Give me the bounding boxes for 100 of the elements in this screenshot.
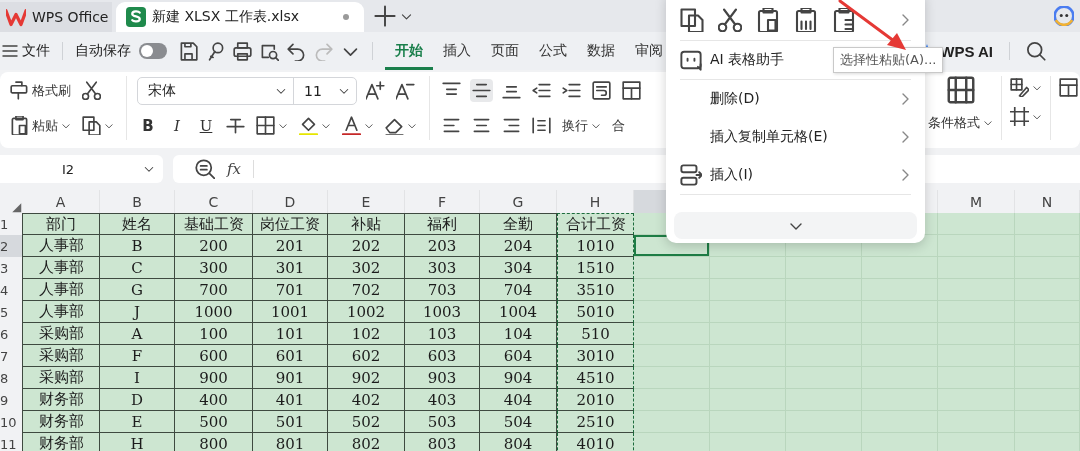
wrap-text-button[interactable] <box>590 79 613 102</box>
empty-cell[interactable] <box>938 213 1015 235</box>
table-cell: 804 <box>480 433 557 451</box>
document-tab[interactable]: 新建 XLSX 工作表.xlsx <box>116 2 364 32</box>
empty-cell[interactable] <box>634 345 710 367</box>
table-style-button[interactable] <box>1008 76 1044 99</box>
row-header[interactable]: 3 <box>0 257 22 279</box>
autosave-toggle[interactable] <box>139 43 167 59</box>
menu-icon[interactable] <box>2 43 18 59</box>
wrap-button[interactable]: 换行 <box>560 114 603 137</box>
column-header[interactable]: C <box>175 190 253 213</box>
assistant-icon <box>680 49 702 71</box>
empty-cell[interactable] <box>710 257 786 279</box>
column-header[interactable]: D <box>253 190 328 213</box>
bold-button[interactable]: B <box>137 116 159 135</box>
row-header[interactable]: 7 <box>0 345 22 367</box>
copy-button[interactable] <box>80 114 116 137</box>
key-icon[interactable] <box>206 41 225 61</box>
column-header[interactable]: A <box>22 190 100 213</box>
tab-label: 新建 XLSX 工作表.xlsx <box>152 8 299 26</box>
cell-button[interactable] <box>1057 76 1080 99</box>
search-icon[interactable] <box>1026 41 1046 61</box>
cut-button[interactable] <box>80 79 103 102</box>
table-cell: 604 <box>480 345 557 367</box>
row-header[interactable]: 5 <box>0 301 22 323</box>
table-cell: 人事部 <box>22 279 100 301</box>
ribbon-tab[interactable]: 页面 <box>481 32 529 70</box>
name-box[interactable]: I2 <box>0 155 163 183</box>
save-icon[interactable] <box>179 41 198 61</box>
italic-button[interactable]: I <box>166 116 188 135</box>
table-cell: 采购部 <box>22 323 100 345</box>
column-header[interactable]: B <box>100 190 175 213</box>
file-menu[interactable]: 文件 <box>22 42 50 60</box>
empty-cell[interactable] <box>1015 213 1080 235</box>
clipboard-icon <box>10 116 29 135</box>
table-cell: 302 <box>328 257 405 279</box>
table-cell: 姓名 <box>100 213 175 235</box>
tab-label: WPS Office <box>32 9 109 25</box>
merge-button[interactable] <box>620 79 643 102</box>
empty-cell[interactable] <box>634 389 710 411</box>
column-header[interactable]: F <box>405 190 480 213</box>
clipboard-icon[interactable] <box>756 8 780 32</box>
selected-cell[interactable] <box>634 235 710 257</box>
avatar-icon[interactable] <box>1054 6 1074 26</box>
empty-cell[interactable] <box>634 279 710 301</box>
table-cell: 904 <box>480 367 557 389</box>
column-header[interactable]: H <box>557 190 634 213</box>
row-header[interactable]: 9 <box>0 389 22 411</box>
empty-cell[interactable] <box>634 367 710 389</box>
grow-font-icon <box>366 81 385 100</box>
menu-item[interactable]: 插入复制单元格(E) <box>666 118 925 156</box>
caret-icon <box>983 118 993 128</box>
row-header[interactable]: 10 <box>0 411 22 433</box>
function-label[interactable]: fx <box>227 160 254 178</box>
grow-font-button[interactable] <box>364 79 387 102</box>
empty-cell[interactable] <box>634 301 710 323</box>
ribbon-tab[interactable]: 数据 <box>577 32 625 70</box>
row-header[interactable]: 2 <box>0 235 22 257</box>
menu-item-label: 插入复制单元格(E) <box>710 128 828 146</box>
table-cell: 801 <box>253 433 328 451</box>
document-tab[interactable]: WPS Office <box>0 2 112 32</box>
table-cell: 603 <box>405 345 480 367</box>
new-tab-icon[interactable] <box>374 5 396 27</box>
row-header[interactable]: 6 <box>0 323 22 345</box>
border-button[interactable] <box>254 114 290 137</box>
column-header[interactable]: N <box>1015 190 1080 213</box>
font-color-button[interactable] <box>340 114 376 137</box>
ribbon-tab[interactable]: 插入 <box>433 32 481 70</box>
menu-item[interactable]: 删除(D) <box>666 80 925 118</box>
column-header[interactable]: E <box>328 190 405 213</box>
empty-cell[interactable] <box>634 257 710 279</box>
redo-icon[interactable] <box>314 41 333 61</box>
merge-label-button[interactable]: 合 <box>610 114 627 137</box>
row-header[interactable]: 11 <box>0 433 22 451</box>
scissors-icon[interactable] <box>718 8 742 32</box>
row-header[interactable]: 4 <box>0 279 22 301</box>
conditional-format-button[interactable]: 条件格式 <box>926 76 995 134</box>
autosave-label: 自动保存 <box>75 42 131 60</box>
table-cell: G <box>100 279 175 301</box>
paste-values-icon[interactable] <box>794 8 818 32</box>
fill-color-button[interactable] <box>297 114 333 137</box>
column-header[interactable]: G <box>480 190 557 213</box>
empty-cell[interactable] <box>634 411 710 433</box>
format-painter-button[interactable]: 格式刷 <box>8 79 73 102</box>
row-header[interactable]: 1 <box>0 213 22 235</box>
frame-button[interactable] <box>1008 105 1044 128</box>
insert-icon <box>680 164 702 186</box>
empty-cell[interactable] <box>634 323 710 345</box>
underline-button[interactable]: U <box>195 116 217 135</box>
column-header[interactable]: M <box>938 190 1015 213</box>
copy-icon[interactable] <box>680 8 704 32</box>
paste-special-icon[interactable] <box>832 8 856 32</box>
row-header[interactable]: 8 <box>0 367 22 389</box>
ribbon-tab[interactable]: 公式 <box>529 32 577 70</box>
print-icon[interactable] <box>233 41 252 61</box>
align-middle-icon <box>472 81 491 100</box>
align-middle-button[interactable] <box>470 79 493 102</box>
table-cell: 岗位工资 <box>253 213 328 235</box>
paste-button[interactable]: 粘贴 <box>8 114 73 137</box>
undo-icon[interactable] <box>287 41 306 61</box>
